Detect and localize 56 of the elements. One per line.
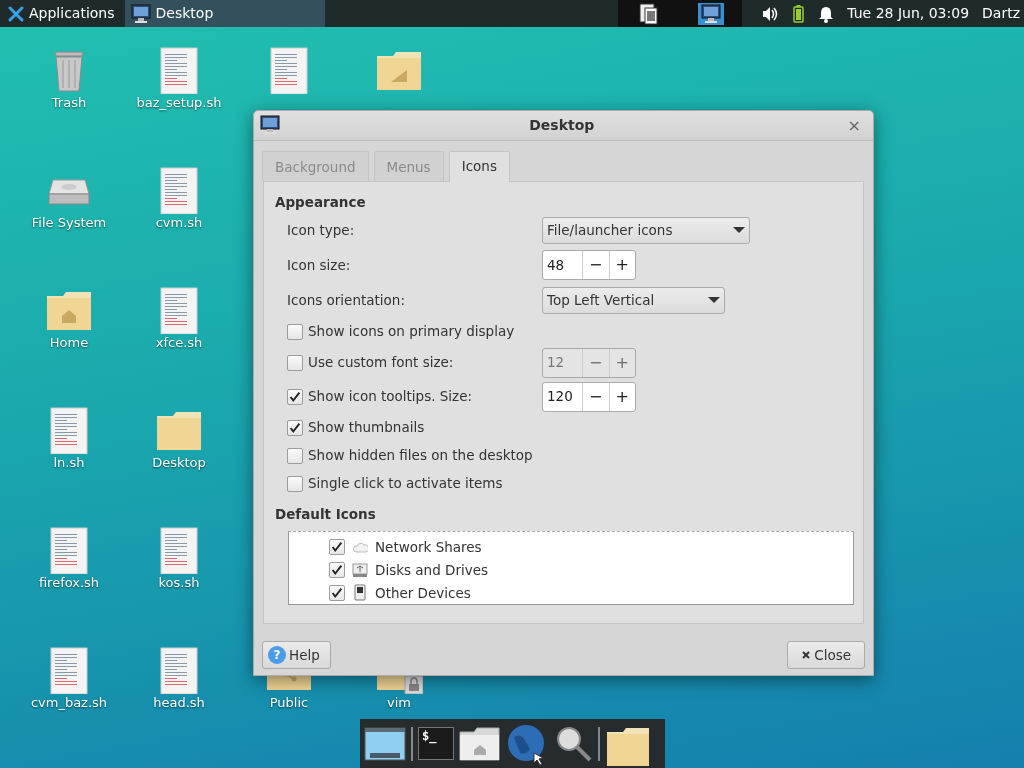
list-item-label[interactable]: Disks and Drives	[375, 559, 489, 580]
icon-label[interactable]: Public	[269, 695, 309, 710]
terminal-button[interactable]: $_	[418, 727, 454, 760]
list-item-label[interactable]: Network Shares	[375, 536, 482, 557]
window-title: Desktop	[528, 116, 596, 135]
checkbox[interactable]	[287, 388, 303, 405]
bell-icon[interactable]	[818, 4, 835, 23]
monitor-icon	[701, 3, 722, 24]
device-icon	[352, 584, 368, 602]
drive-icon	[352, 561, 368, 578]
decrement-button[interactable]: −	[582, 382, 609, 411]
icon-label[interactable]: cvm_baz.sh	[30, 695, 108, 710]
spin-field[interactable]: 48 − +	[542, 250, 636, 280]
checkbox-label[interactable]: Single click to activate items	[308, 473, 503, 494]
help-icon: ?	[268, 646, 286, 665]
checkbox-label[interactable]: Show thumbnails	[308, 417, 425, 438]
tab[interactable]: Icons	[448, 151, 510, 183]
decrement-button[interactable]: −	[582, 251, 609, 279]
caret-icon	[733, 227, 745, 233]
list-item-label[interactable]: Other Devices	[375, 582, 471, 603]
caret-icon	[708, 297, 720, 303]
icon-label[interactable]: head.sh	[153, 695, 205, 710]
increment-button[interactable]: +	[608, 251, 635, 279]
battery-icon[interactable]	[792, 4, 806, 23]
checkbox[interactable]	[287, 447, 303, 464]
section-heading: Appearance	[275, 193, 367, 213]
checkbox[interactable]	[329, 561, 345, 578]
checkbox[interactable]	[287, 419, 303, 436]
dropdown[interactable]: File/launcher icons	[542, 216, 750, 244]
icon-label[interactable]: vim	[387, 695, 411, 710]
field-label: Icon type:	[287, 220, 356, 240]
checkbox[interactable]	[287, 475, 303, 492]
windows-icon	[639, 2, 660, 25]
user-name[interactable]: Dartz	[982, 3, 1020, 24]
help-button[interactable]: ? Help	[262, 641, 331, 670]
close-button[interactable]: ×	[841, 117, 867, 134]
increment-button[interactable]: +	[608, 382, 635, 411]
xfce-logo-icon	[8, 5, 24, 22]
close-icon	[801, 650, 812, 661]
close-button[interactable]: Close	[787, 641, 865, 670]
checkbox[interactable]	[329, 584, 345, 601]
checkbox-label[interactable]: Show icons on primary display	[308, 321, 515, 342]
checkbox-label[interactable]: Show icon tooltips. Size:	[308, 386, 473, 407]
dropdown[interactable]: Top Left Vertical	[542, 286, 725, 314]
clock[interactable]: Tue 28 Jun, 03:09	[847, 3, 970, 24]
checkbox[interactable]	[329, 538, 345, 555]
applications-menu-button[interactable]: Applications	[4, 0, 119, 27]
taskbar-button[interactable]: Desktop	[124, 0, 325, 27]
monitor-icon	[130, 3, 151, 24]
checkbox-label[interactable]: Show hidden files on the desktop	[308, 445, 533, 466]
checkbox[interactable]	[287, 323, 303, 340]
section-heading: Default Icons	[275, 505, 377, 524]
field-label: Icons orientation:	[287, 290, 406, 310]
monitor-icon	[260, 114, 282, 137]
field-label: Icon size:	[287, 255, 352, 275]
spin-field[interactable]: 120 − +	[542, 381, 636, 412]
